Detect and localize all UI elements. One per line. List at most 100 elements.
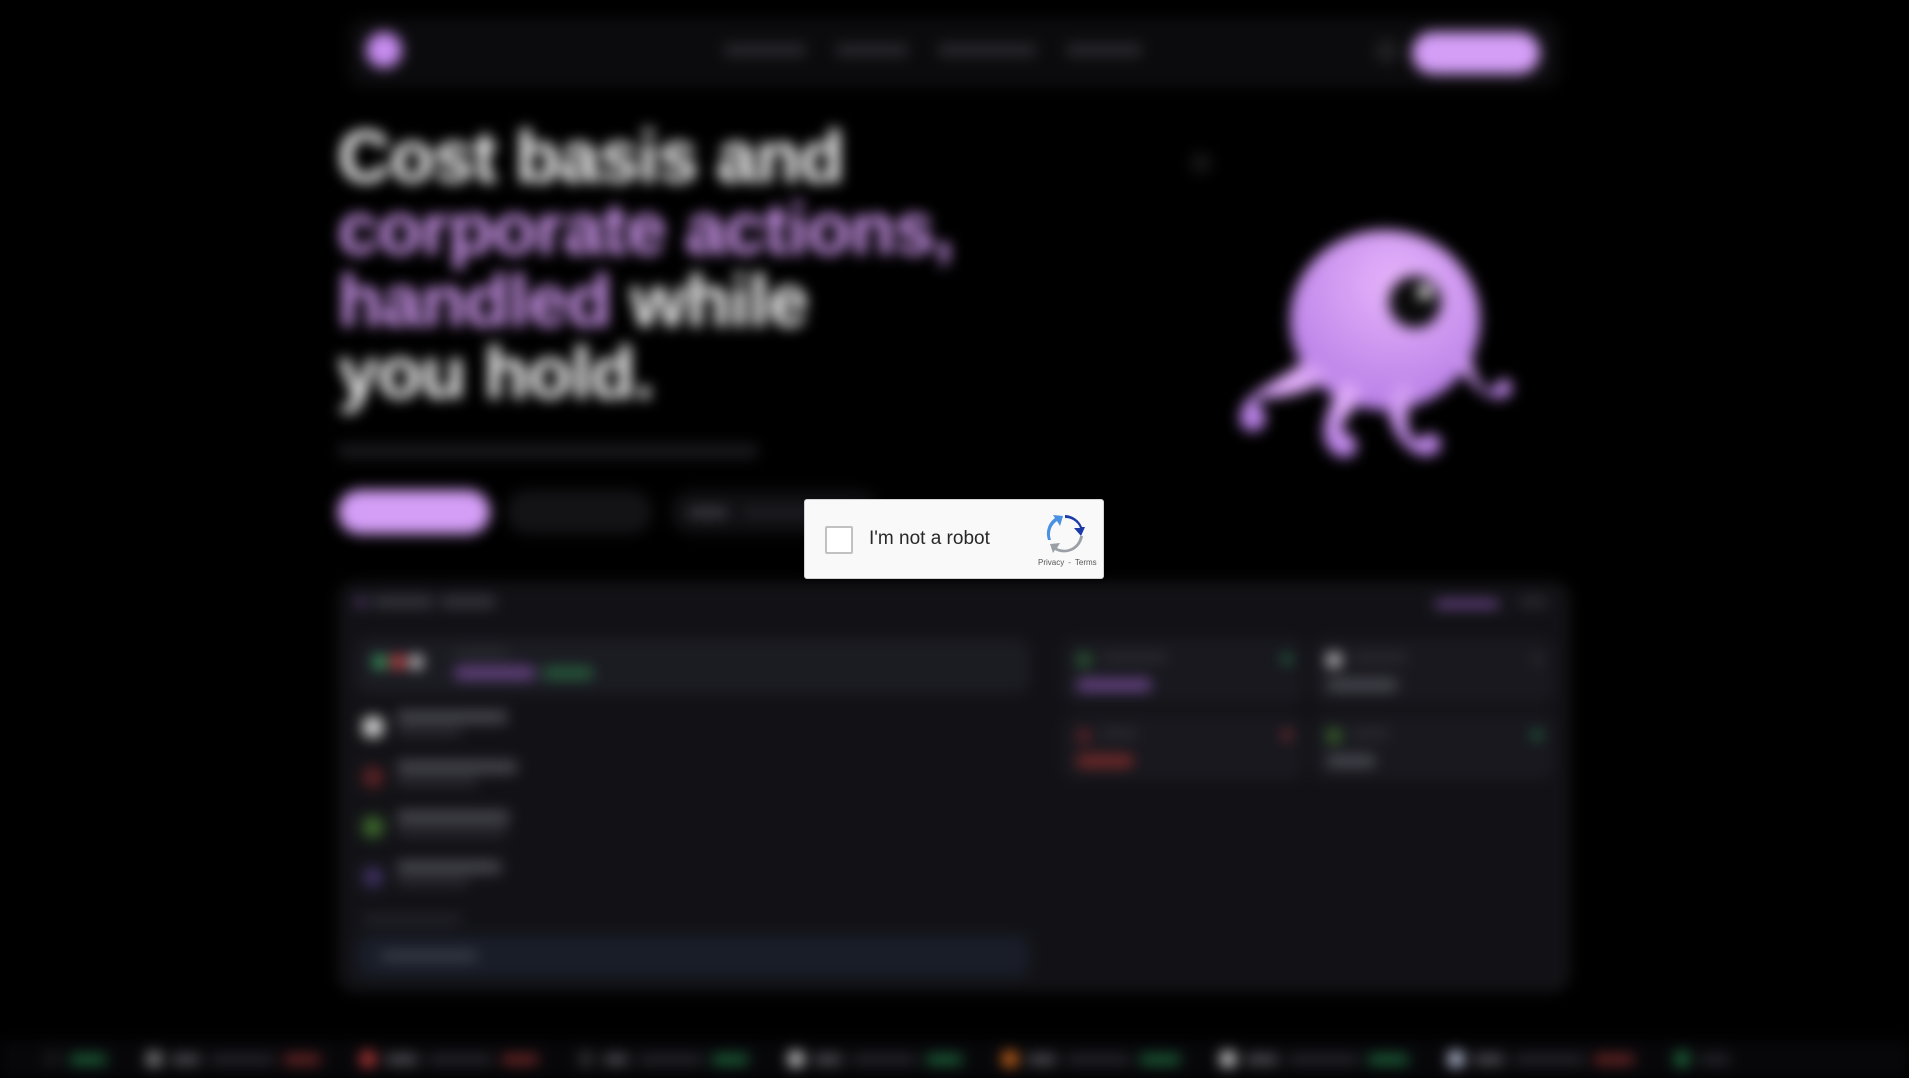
nav-link[interactable]: [1066, 44, 1142, 56]
logo-mark-icon: [366, 32, 402, 68]
ticker-item: [1674, 1051, 1730, 1067]
ticker-icon: [1674, 1051, 1690, 1067]
stat-value: [1077, 679, 1151, 691]
recaptcha-logo-icon: [1046, 515, 1085, 553]
event-title: [397, 711, 507, 723]
ticker-icon: [788, 1051, 804, 1067]
event-subtitle: [397, 827, 507, 836]
stat-icon: [1327, 729, 1341, 743]
stat-label: [1351, 729, 1389, 738]
ticker-icon: [578, 1051, 594, 1067]
hero-title-line-1: Cost basis and: [338, 117, 844, 198]
open-app-button[interactable]: [338, 490, 490, 534]
nav-link[interactable]: [724, 44, 806, 56]
ticker-item: [788, 1051, 962, 1067]
event-title: [397, 811, 509, 823]
stat-label: [1101, 653, 1167, 662]
hero-title: Cost basis and corporate actions, handle…: [338, 117, 1038, 410]
ticker-price: [852, 1054, 916, 1064]
ticker-icon: [44, 1051, 60, 1067]
ask-input-text: [381, 951, 477, 961]
dashboard-meta: [1519, 597, 1547, 607]
flag-icon: [391, 655, 405, 669]
dashboard-progress-bar: [1435, 601, 1499, 607]
search-icon[interactable]: [1378, 42, 1396, 60]
ticker-price: [210, 1054, 274, 1064]
nav-link[interactable]: [938, 44, 1036, 56]
recaptcha-privacy-link[interactable]: Privacy: [1038, 558, 1064, 567]
dashboard-left-panel: [357, 639, 1029, 977]
ticker-change: [1368, 1054, 1408, 1064]
dashboard-breadcrumb: [357, 597, 495, 607]
stat-value: [1327, 679, 1397, 691]
recaptcha-checkbox[interactable]: [825, 526, 853, 554]
event-item[interactable]: [357, 811, 1029, 861]
bottom-ticker: [0, 1040, 1909, 1078]
ticker-change: [284, 1054, 320, 1064]
ticker-price: [428, 1054, 492, 1064]
stat-label: [1351, 653, 1407, 662]
event-subtitle: [397, 877, 469, 886]
ticker-icon: [1002, 1051, 1018, 1067]
dashboard-preview: [338, 582, 1570, 992]
ticker-icon: [1220, 1051, 1236, 1067]
event-subtitle: [397, 777, 477, 786]
see-how-it-works-button[interactable]: [506, 490, 652, 534]
ticker-item: [1220, 1051, 1408, 1067]
nav-cta-button[interactable]: [1412, 32, 1540, 74]
event-icon: [363, 817, 383, 837]
hero-title-line-3-rest: while: [630, 261, 809, 342]
position-value: [455, 667, 535, 679]
ticker-change: [502, 1054, 538, 1064]
nav-links: [724, 44, 1142, 56]
status-dot: [1283, 655, 1291, 663]
ticker-symbol: [1028, 1054, 1056, 1064]
ticker-symbol: [386, 1054, 418, 1064]
external-link-icon[interactable]: [1194, 156, 1208, 170]
flag-icon: [373, 655, 387, 669]
recaptcha-terms-link[interactable]: Terms: [1075, 558, 1097, 567]
ticker-symbol: [1474, 1054, 1504, 1064]
event-item[interactable]: [357, 861, 1029, 911]
ticker-change: [1700, 1054, 1730, 1064]
stat-card: [1313, 715, 1553, 779]
ticker-icon: [1448, 1051, 1464, 1067]
flag-icon: [409, 655, 423, 669]
nav-link[interactable]: [836, 44, 908, 56]
ticker-symbol: [1246, 1054, 1278, 1064]
hero-title-line-2: corporate actions,: [338, 189, 954, 270]
breadcrumb-segment: [373, 597, 433, 607]
stat-label: [1101, 729, 1137, 738]
ask-input[interactable]: [357, 935, 1029, 977]
ticker-change: [1594, 1054, 1634, 1064]
brand-logo[interactable]: [366, 32, 408, 68]
event-subtitle: [397, 727, 461, 736]
stat-card: [1313, 639, 1553, 703]
ticker-price: [1514, 1054, 1584, 1064]
hero-subtitle: [338, 444, 758, 458]
stat-card: [1063, 639, 1303, 703]
ticker-change: [70, 1054, 106, 1064]
octopus-mascot-icon: [1239, 230, 1512, 458]
stat-value: [1327, 755, 1375, 767]
event-item[interactable]: [357, 711, 1029, 761]
dashboard-right-panel: [1063, 639, 1553, 779]
event-item[interactable]: [357, 761, 1029, 811]
breadcrumb-segment: [441, 597, 495, 607]
ticker-symbol: [172, 1054, 200, 1064]
ticker-change: [712, 1054, 748, 1064]
ticker-icon: [146, 1051, 162, 1067]
event-icon: [363, 767, 383, 787]
position-label: [455, 649, 509, 657]
ticker-symbol: [604, 1054, 628, 1064]
ticker-symbol: [814, 1054, 842, 1064]
event-icon: [363, 867, 383, 887]
ticker-item: [1002, 1051, 1180, 1067]
stat-icon: [1327, 653, 1341, 667]
hero-title-line-3: handled while: [338, 265, 1038, 338]
position-card: [357, 639, 1029, 693]
position-flags: [373, 655, 423, 669]
position-change: [543, 667, 593, 679]
top-nav: [348, 18, 1560, 88]
event-icon: [363, 717, 383, 737]
